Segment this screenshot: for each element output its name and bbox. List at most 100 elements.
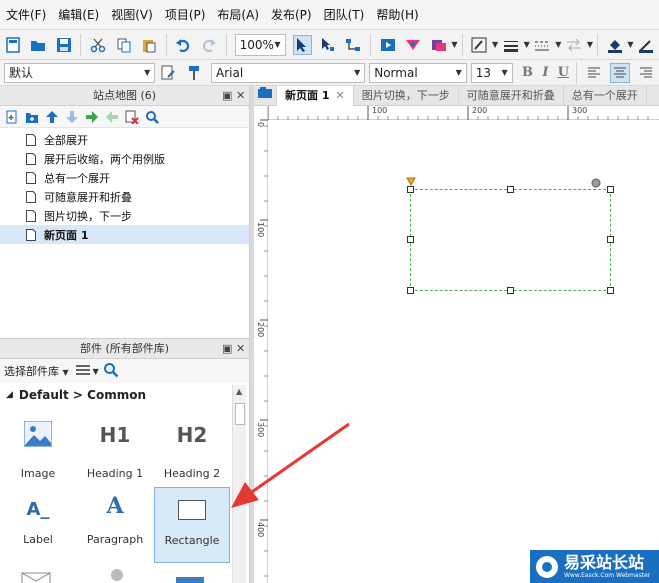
line-style-icon[interactable] [533, 35, 552, 55]
bold-button[interactable]: B [519, 65, 537, 80]
canvas-rectangle-shape[interactable] [410, 189, 611, 291]
chevron-down-icon[interactable]: ▼ [627, 40, 633, 49]
font-family-select[interactable]: Arial ▼ [211, 62, 366, 83]
chevron-down-icon[interactable]: ▼ [93, 367, 99, 376]
menu-icon[interactable] [75, 363, 93, 380]
menu-file[interactable]: 文件(F) [0, 0, 52, 30]
paste-icon[interactable] [139, 35, 158, 55]
preview-icon[interactable] [378, 35, 397, 55]
widget-group-label: Default > Common [18, 388, 146, 402]
arrow-style-icon[interactable] [564, 35, 583, 55]
style-edit-icon[interactable] [469, 35, 488, 55]
widgets-header: 部件 (所有部件库) ▣ ✕ [0, 339, 249, 359]
widgets-toolbar: 选择部件库 ▼ ▼ [0, 359, 249, 383]
save-icon[interactable] [54, 35, 73, 55]
resize-handle[interactable] [607, 287, 614, 294]
resize-handle[interactable] [407, 186, 414, 193]
library-select[interactable]: 选择部件库 ▼ [4, 363, 69, 379]
copy-icon[interactable] [114, 35, 133, 55]
tab-nav-icon[interactable] [254, 86, 277, 106]
search-icon[interactable] [142, 108, 162, 126]
widget-group-header[interactable]: ◢ Default > Common [0, 383, 249, 407]
resize-handle[interactable] [507, 186, 514, 193]
format-painter-icon[interactable] [184, 63, 204, 83]
add-folder-icon[interactable] [22, 108, 42, 126]
shape-style-handle-icon[interactable] [406, 177, 416, 186]
tab-image-switch[interactable]: 图片切换，下一步 [354, 86, 459, 106]
widget-heading-1[interactable]: H1 Heading 1 [77, 411, 153, 487]
menu-publish[interactable]: 发布(P) [265, 0, 318, 30]
select-pointer-icon[interactable] [292, 34, 313, 55]
move-up-icon[interactable] [42, 108, 62, 126]
chevron-down-icon[interactable]: ▼ [587, 40, 593, 49]
close-icon[interactable]: ✕ [335, 89, 344, 102]
move-down-icon[interactable] [62, 108, 82, 126]
page-label: 图片切换，下一步 [44, 209, 132, 223]
widget-paragraph[interactable]: A Paragraph [77, 487, 153, 563]
new-file-icon[interactable] [3, 35, 22, 55]
chevron-down-icon[interactable]: ▼ [492, 40, 498, 49]
widget-label[interactable]: A_ Label [0, 487, 76, 563]
tab-label: 总有一个展开 [571, 89, 638, 102]
align-right-icon[interactable] [636, 63, 656, 83]
menu-help[interactable]: 帮助(H) [370, 0, 424, 30]
tab-free-expand[interactable]: 可随意展开和折叠 [459, 86, 564, 106]
menu-team[interactable]: 团队(T) [318, 0, 371, 30]
align-center-icon[interactable] [610, 62, 631, 83]
close-icon[interactable]: ✕ [236, 339, 245, 359]
sitemap-page[interactable]: 图片切换，下一步 [0, 206, 249, 225]
sitemap-page[interactable]: 可随意展开和折叠 [0, 187, 249, 206]
resize-handle[interactable] [407, 236, 414, 243]
resize-handle[interactable] [607, 236, 614, 243]
search-icon[interactable] [103, 362, 119, 381]
font-weight-select[interactable]: Normal ▼ [369, 62, 467, 83]
widget-heading-2[interactable]: H2 Heading 2 [154, 411, 230, 487]
connector-tool-icon[interactable] [344, 35, 363, 55]
menu-edit[interactable]: 编辑(E) [52, 0, 105, 30]
align-left-icon[interactable] [584, 63, 604, 83]
share-icon[interactable] [403, 35, 422, 55]
sitemap-page[interactable]: 全部展开 [0, 130, 249, 149]
resize-handle[interactable] [407, 287, 414, 294]
font-size-select[interactable]: 13 ▼ [470, 62, 513, 83]
style-manager-icon[interactable] [158, 63, 178, 83]
outdent-icon[interactable] [102, 108, 122, 126]
style-select[interactable]: 默认 ▼ [4, 62, 156, 83]
chevron-down-icon[interactable]: ▼ [524, 40, 530, 49]
tab-new-page-1[interactable]: 新页面 1 ✕ [277, 86, 354, 106]
menu-layout[interactable]: 布局(A) [211, 0, 265, 30]
chevron-down-icon[interactable]: ▼ [555, 40, 561, 49]
delete-page-icon[interactable] [122, 108, 142, 126]
minimize-icon[interactable]: ▣ [222, 339, 232, 359]
tab-always-one-expanded[interactable]: 总有一个展开 [564, 86, 647, 106]
line-weight-icon[interactable] [501, 35, 520, 55]
scroll-up-icon[interactable]: ▲ [236, 387, 242, 396]
cut-icon[interactable] [88, 35, 107, 55]
undo-icon[interactable] [174, 35, 193, 55]
underline-button[interactable]: U [554, 65, 572, 80]
widget-rectangle[interactable]: Rectangle [154, 487, 230, 563]
resize-handle[interactable] [507, 287, 514, 294]
border-color-icon[interactable] [637, 35, 656, 55]
fill-color-icon[interactable] [605, 35, 624, 55]
redo-icon[interactable] [199, 35, 218, 55]
chevron-down-icon[interactable]: ▼ [451, 40, 457, 49]
sitemap-page[interactable]: 总有一个展开 [0, 168, 249, 187]
publish-icon[interactable] [429, 35, 448, 55]
sitemap-page-selected[interactable]: 新页面 1 [0, 225, 249, 244]
add-page-icon[interactable] [2, 108, 22, 126]
indent-icon[interactable] [82, 108, 102, 126]
zoom-select[interactable]: 100% ▼ [234, 33, 286, 56]
resize-handle[interactable] [607, 186, 614, 193]
italic-button[interactable]: I [537, 65, 555, 80]
sitemap-page[interactable]: 展开后收缩，两个用例版 [0, 149, 249, 168]
widget-image[interactable]: Image [0, 411, 76, 487]
connector-pointer-icon[interactable] [318, 35, 337, 55]
ruler-tick-label: 200 [472, 106, 488, 115]
open-folder-icon[interactable] [28, 35, 47, 55]
menu-view[interactable]: 视图(V) [105, 0, 159, 30]
menu-project[interactable]: 项目(P) [159, 0, 212, 30]
close-icon[interactable]: ✕ [236, 86, 245, 106]
corner-radius-handle-icon[interactable] [591, 178, 601, 188]
minimize-icon[interactable]: ▣ [222, 86, 232, 106]
